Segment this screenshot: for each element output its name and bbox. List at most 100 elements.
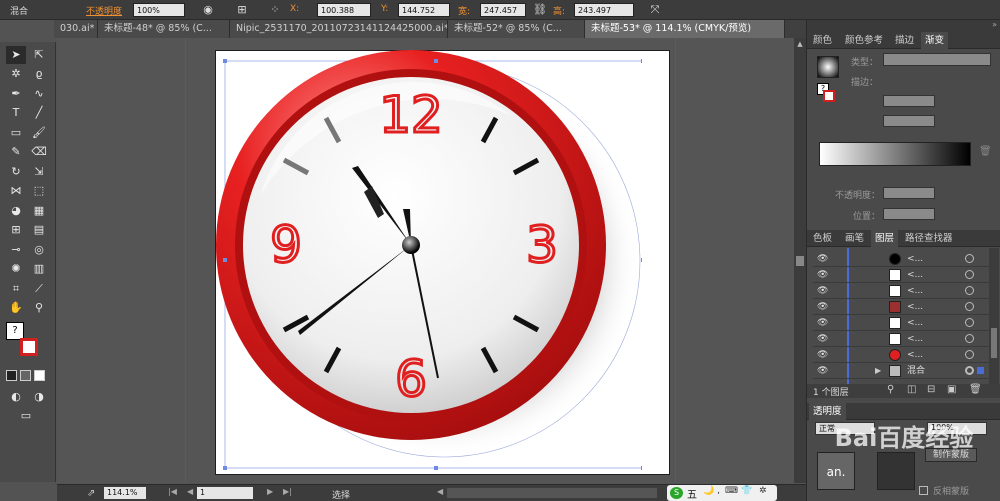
y-field[interactable]: 144.752: [398, 3, 450, 17]
clock-illustration[interactable]: 12 3 6 9: [212, 46, 642, 472]
screen-mode-icon[interactable]: ▭: [16, 407, 36, 425]
artboard-tool-icon[interactable]: ⌗: [6, 280, 26, 298]
tab-stroke[interactable]: 描边: [891, 32, 918, 49]
perspective-grid-icon[interactable]: ▦: [29, 202, 49, 220]
eraser-icon[interactable]: ⌫: [29, 143, 49, 161]
prev-page-icon[interactable]: ◀: [187, 487, 193, 496]
skin-icon[interactable]: 👕: [741, 486, 752, 496]
target-icon[interactable]: [965, 334, 974, 343]
tab-030[interactable]: 030.ai* ×: [54, 20, 98, 38]
locate-object-icon[interactable]: ⚲: [887, 384, 894, 395]
clipping-mask-icon[interactable]: ◫: [907, 384, 916, 395]
new-layer-icon[interactable]: ▣: [947, 384, 956, 395]
shape-builder-icon[interactable]: ◕: [6, 202, 26, 220]
color-mode-icon[interactable]: [6, 370, 17, 381]
hand-tool-icon[interactable]: ✋: [6, 299, 26, 317]
draw-normal-icon[interactable]: ◐: [6, 388, 26, 406]
recolor-icon[interactable]: ◉: [201, 3, 215, 17]
target-icon[interactable]: [965, 270, 974, 279]
line-tool-icon[interactable]: ╱: [29, 104, 49, 122]
keyboard-icon[interactable]: ⌨: [725, 486, 738, 496]
slice-tool-icon[interactable]: ⟋: [29, 280, 49, 298]
tab-color-guide[interactable]: 颜色参考: [841, 32, 887, 49]
layers-scroll-thumb[interactable]: [991, 328, 997, 358]
delete-stop-icon[interactable]: 🗑: [979, 146, 992, 157]
layer-row[interactable]: 👁 <...: [813, 267, 989, 283]
visibility-icon[interactable]: 👁: [817, 268, 828, 282]
delete-layer-icon[interactable]: 🗑: [969, 384, 982, 395]
tab-untitled-48[interactable]: 未标题-48* @ 85% (C...: [98, 20, 230, 38]
aspect-dropdown[interactable]: [883, 115, 935, 127]
layer-row[interactable]: 👁 <...: [813, 283, 989, 299]
visibility-icon[interactable]: 👁: [817, 300, 828, 314]
tab-pathfinder[interactable]: 路径查找器: [901, 230, 957, 247]
gradient-mode-icon[interactable]: [20, 370, 31, 381]
layer-row[interactable]: 👁 <...: [813, 347, 989, 363]
layer-row[interactable]: 👁 ▶ 混合: [813, 363, 989, 379]
link-icon[interactable]: ⛓: [533, 3, 547, 17]
angle-dropdown[interactable]: [883, 95, 935, 107]
magic-wand-icon[interactable]: ✲: [6, 65, 26, 83]
target-icon[interactable]: [965, 350, 974, 359]
zoom-tool-icon[interactable]: ⚲: [29, 299, 49, 317]
zoom-field[interactable]: 114.1%: [104, 487, 146, 499]
expand-arrow-icon[interactable]: ▶: [875, 363, 881, 379]
first-page-icon[interactable]: |◀: [168, 487, 177, 496]
tab-gradient[interactable]: 渐变: [921, 32, 949, 49]
pen-tool-icon[interactable]: ✒: [6, 85, 26, 103]
eyedropper-icon[interactable]: ⊸: [6, 241, 26, 259]
column-graph-icon[interactable]: ▥: [29, 260, 49, 278]
blend-tool-icon[interactable]: ◎: [29, 241, 49, 259]
gradient-tool-icon[interactable]: ▤: [29, 221, 49, 239]
visibility-icon[interactable]: 👁: [817, 316, 828, 330]
visibility-icon[interactable]: 👁: [817, 364, 828, 378]
mask-thumbnail[interactable]: [877, 452, 915, 490]
visibility-icon[interactable]: 👁: [817, 284, 828, 298]
width-field[interactable]: 247.457: [480, 3, 526, 17]
direct-selection-tool-icon[interactable]: ⇱: [29, 46, 49, 64]
rectangle-tool-icon[interactable]: ▭: [6, 124, 26, 142]
symbol-sprayer-icon[interactable]: ✺: [6, 260, 26, 278]
reference-point-icon[interactable]: ⁘: [268, 3, 282, 17]
next-page-icon[interactable]: ▶: [267, 487, 273, 496]
ime-punct-icon[interactable]: 🌙 ,: [703, 486, 720, 496]
rotate-tool-icon[interactable]: ↻: [6, 163, 26, 181]
scale-tool-icon[interactable]: ⇲: [29, 163, 49, 181]
layer-row[interactable]: 👁 <...: [813, 251, 989, 267]
opacity-field[interactable]: 100%: [133, 3, 185, 17]
last-page-icon[interactable]: ▶|: [283, 487, 292, 496]
x-field[interactable]: 100.388: [317, 3, 371, 17]
tab-untitled-52[interactable]: 未标题-52* @ 85% (C...: [448, 20, 585, 38]
tab-transparency[interactable]: 透明度: [809, 403, 846, 420]
none-mode-icon[interactable]: [34, 370, 45, 381]
tab-nipic[interactable]: Nipic_2531170_20110723141124425000.ai* ×: [230, 20, 448, 38]
transparency-opacity-field[interactable]: 100%: [927, 422, 987, 435]
gradient-slider[interactable]: [819, 142, 971, 166]
transform-icon[interactable]: ⤧: [648, 3, 662, 17]
paintbrush-icon[interactable]: 🖌: [29, 124, 49, 142]
layer-row[interactable]: 👁 <...: [813, 331, 989, 347]
target-icon[interactable]: [965, 302, 974, 311]
visibility-icon[interactable]: 👁: [817, 348, 828, 362]
draw-behind-icon[interactable]: ◑: [29, 388, 49, 406]
new-sublayer-icon[interactable]: ⊟: [927, 384, 935, 395]
object-thumbnail[interactable]: an.: [817, 452, 855, 490]
visibility-icon[interactable]: 👁: [817, 252, 828, 266]
gradient-preview[interactable]: [817, 56, 839, 78]
tab-layers[interactable]: 图层: [871, 230, 899, 247]
layer-row[interactable]: 👁 <...: [813, 315, 989, 331]
curvature-icon[interactable]: ∿: [29, 85, 49, 103]
stroke-swatch[interactable]: [20, 338, 38, 356]
target-icon[interactable]: [965, 318, 974, 327]
align-grid-icon[interactable]: ⊞: [235, 3, 249, 17]
mesh-tool-icon[interactable]: ⊞: [6, 221, 26, 239]
tab-color[interactable]: 颜色: [809, 32, 836, 49]
pencil-icon[interactable]: ✎: [6, 143, 26, 161]
page-field[interactable]: 1: [197, 487, 253, 499]
horizontal-scrollbar[interactable]: [447, 488, 657, 498]
gradient-stroke-swatch[interactable]: [823, 90, 835, 102]
width-tool-icon[interactable]: ⋈: [6, 182, 26, 200]
ime-mode[interactable]: 五: [687, 486, 697, 501]
ime-toolbar[interactable]: S 五 🌙 , ⌨ 👕 ✲: [667, 485, 777, 501]
opacity-label[interactable]: 不透明度: [86, 4, 122, 17]
